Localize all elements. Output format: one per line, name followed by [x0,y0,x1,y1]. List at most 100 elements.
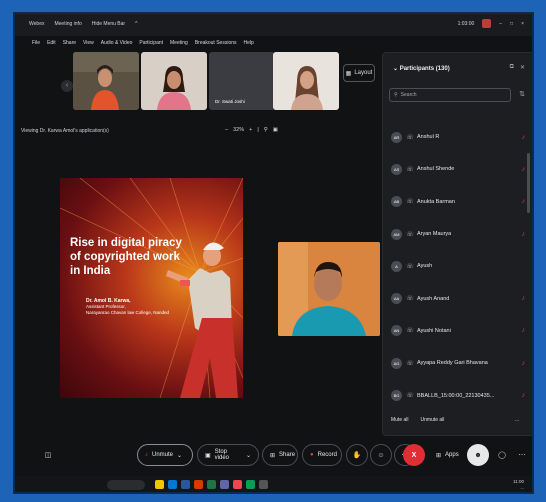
share-label: Share [279,452,296,458]
stop-video-button[interactable]: ▣ Stop video ⌄ [197,444,259,466]
phone-icon: ☏ [406,199,414,206]
chevron-down-icon[interactable]: ⌄ [246,452,251,459]
participants-title[interactable]: ⌄ Participants (130) [393,65,450,72]
hide-menu-bar[interactable]: Hide Menu Bar [92,21,125,27]
caret-icon[interactable]: ^ [135,21,137,27]
author-college: Narayanrao Chavan law College, Nanded [86,310,170,315]
system-tray: 11:00 ... [513,479,524,491]
panel-footer: Mute all Unmute all ... [391,417,519,423]
participant-search-input[interactable]: ⚲ Search [389,88,511,102]
menu-share[interactable]: Share [63,40,76,46]
chevron-down-icon[interactable]: ⌄ [177,452,182,459]
list-item[interactable]: AM ☏ Aryan Maurya ♪ [391,218,527,250]
record-button[interactable]: ● Record [302,444,342,466]
chevron-down-icon[interactable]: ⌄ [393,66,398,72]
list-item[interactable]: BG ☏ BBALLB_15:00:00_22130435... ♪ [391,379,527,411]
magnifier-icon[interactable]: ⚲ [264,127,268,133]
video-tile-4[interactable] [273,52,339,110]
chat-icon[interactable]: ◯ [491,444,513,466]
list-item[interactable]: AS ☏ Anshul Shende ♪ [391,153,527,185]
menu-participant[interactable]: Participant [139,40,163,46]
more-options-button[interactable]: ... [515,417,519,423]
muted-mic-icon[interactable]: ♪ [522,360,526,367]
muted-mic-icon[interactable]: ♪ [522,231,526,238]
search-icon: ⚲ [394,92,398,98]
menu-file[interactable]: File [32,40,40,46]
chrome-icon[interactable] [233,480,242,489]
unmute-button[interactable]: ♪ Unmute ⌄ [137,444,193,466]
sort-icon[interactable]: ⇅ [519,90,525,98]
strip-prev-button[interactable]: ‹ [61,80,73,92]
menu-meeting[interactable]: Meeting [170,40,188,46]
phone-icon: ☏ [406,296,414,303]
share-button[interactable]: ⊞ Share [262,444,298,466]
maximize-button[interactable]: □ [510,21,513,27]
camera-icon: ▣ [205,452,211,459]
more-panel-icon[interactable]: ⋯ [511,444,532,466]
unmute-all-button[interactable]: Unmute all [421,417,445,423]
list-item[interactable]: AG ☏ Ayyapa Reddy Gari Bhavana ♪ [391,347,527,379]
teams-icon[interactable] [220,480,229,489]
powerpoint-icon[interactable] [194,480,203,489]
layout-button[interactable]: ▦ Layout [343,64,375,82]
reactions-icon[interactable]: ☺ [370,444,392,466]
popout-icon[interactable]: ⧉ [510,64,514,71]
list-item[interactable]: AA ☏ Ayush Anand ♪ [391,282,527,314]
list-item[interactable]: AN ☏ Ayushi Notani ♪ [391,315,527,347]
participant-list: AR ☏ Anshul R ♪ AS ☏ Anshul Shende ♪ AB … [391,121,527,412]
participants-toggle-icon[interactable]: ☻ [467,444,489,466]
zoom-level[interactable]: 32% [233,127,244,133]
speaker-video[interactable] [278,242,380,336]
participant-name: Ayush [417,263,433,270]
captions-icon[interactable]: ◫ [37,444,59,466]
edge-icon[interactable] [168,480,177,489]
record-label: Record [317,452,337,458]
phone-icon: ☏ [406,231,414,238]
muted-mic-icon[interactable]: ♪ [522,134,526,141]
muted-mic-icon[interactable]: ♪ [522,295,526,302]
app-icon[interactable] [259,480,268,489]
minimize-button[interactable]: – [499,21,502,27]
avatar: AA [391,293,402,305]
taskbar-search[interactable] [107,480,145,490]
close-panel-icon[interactable]: ✕ [520,64,525,71]
muted-mic-icon[interactable]: ♪ [522,392,526,399]
list-item[interactable]: AR ☏ Anshul R ♪ [391,121,527,153]
shared-slide: Rise in digital piracy of copyrighted wo… [60,178,243,398]
participant-name: Anshul R [417,134,440,141]
shield-icon [482,19,492,28]
excel-icon[interactable] [207,480,216,489]
muted-mic-icon[interactable]: ♪ [522,166,526,173]
fit-icon[interactable]: ▣ [273,127,278,133]
participant-scrollbar[interactable] [527,153,530,213]
zoom-out-button[interactable]: – [225,127,228,133]
muted-mic-icon[interactable]: ♪ [522,198,526,205]
meeting-toolbar: ◫ ♪ Unmute ⌄ ▣ Stop video ⌄ ⊞ Share ● Re… [15,442,532,468]
phone-icon: ☏ [406,360,414,367]
menu-bar: File Edit Share View Audio & Video Parti… [15,36,532,50]
muted-mic-icon[interactable]: ♪ [522,327,526,334]
mute-all-button[interactable]: Mute all [391,417,409,423]
menu-edit[interactable]: Edit [47,40,56,46]
folder-icon[interactable] [155,480,164,489]
list-item[interactable]: A ☏ Ayush [391,250,527,282]
menu-view[interactable]: View [83,40,94,46]
end-call-button[interactable]: X [403,444,425,466]
apps-button[interactable]: ⊞ Apps [429,444,465,466]
video-tile-2[interactable] [141,52,207,110]
webex-menu[interactable]: Webex [29,21,44,27]
webex-icon[interactable] [246,480,255,489]
menu-breakout[interactable]: Breakout Sessions [195,40,237,46]
menu-audio-video[interactable]: Audio & Video [101,40,133,46]
muted-mic-icon: ♪ [145,452,148,458]
hand-icon[interactable]: ✋ [346,444,368,466]
word-icon[interactable] [181,480,190,489]
list-item[interactable]: AB ☏ Anukta Barman ♪ [391,186,527,218]
zoom-in-button[interactable]: + [249,127,252,133]
separator: | [257,127,259,133]
menu-help[interactable]: Help [244,40,254,46]
video-tile-3[interactable]: Dr. Swati Joshi [209,52,275,110]
close-button[interactable]: × [521,21,524,27]
video-tile-1[interactable] [73,52,139,110]
meeting-info[interactable]: Meeting info [54,21,81,27]
